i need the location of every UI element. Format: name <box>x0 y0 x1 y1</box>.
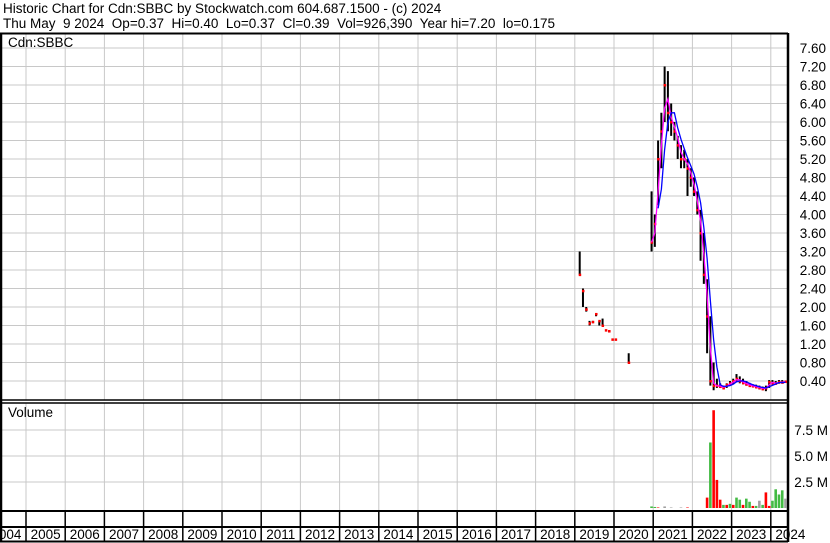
price-tick-label: 5.60 <box>800 134 826 149</box>
volume-bar <box>758 500 761 508</box>
volume-bar <box>728 503 732 508</box>
volume-bar <box>767 505 771 508</box>
close-marker <box>611 338 614 341</box>
close-marker <box>657 158 660 161</box>
x-tick-label: 2020 <box>619 527 649 542</box>
close-marker <box>712 384 716 388</box>
x-tick-label: 2018 <box>540 527 570 542</box>
x-tick-label: 2006 <box>70 527 100 542</box>
volume-bar <box>751 505 755 508</box>
price-tick-label: 5.20 <box>800 152 826 167</box>
x-tick-label: 2009 <box>187 527 217 542</box>
x-tick-label: 2013 <box>344 527 374 542</box>
price-tick-label: 6.00 <box>800 115 826 130</box>
close-marker <box>601 324 605 327</box>
price-tick-label: 3.60 <box>800 226 826 241</box>
price-tick-label: 6.40 <box>800 97 826 112</box>
volume-bar <box>735 497 738 508</box>
x-tick-label: 2008 <box>148 527 178 542</box>
volume-bar <box>725 504 728 508</box>
volume-tick-label: 2.5 M <box>794 475 828 490</box>
price-tick-label: 0.40 <box>800 374 826 389</box>
symbol-label: Cdn:SBBC <box>8 35 74 50</box>
close-marker <box>608 330 611 333</box>
volume-tick-label: 5.0 M <box>794 449 828 464</box>
price-tick-label: 4.80 <box>800 171 826 186</box>
volume-bar <box>679 507 683 508</box>
volume-panel-label: Volume <box>8 405 53 420</box>
price-tick-label: 4.00 <box>800 208 826 223</box>
close-marker <box>679 158 683 161</box>
volume-bar <box>780 490 784 508</box>
volume-bar <box>745 498 748 508</box>
x-tick-label: 2023 <box>736 527 766 542</box>
volume-bar <box>764 492 768 508</box>
volume-tick-label: 7.5 M <box>794 423 828 438</box>
volume-bar <box>771 500 774 508</box>
close-marker <box>581 289 585 293</box>
volume-bar <box>731 504 735 508</box>
x-tick-label: 2019 <box>579 527 609 542</box>
close-marker <box>578 273 582 277</box>
x-tick-label: 2004 <box>0 527 22 542</box>
volume-bar <box>712 410 715 508</box>
close-marker <box>709 380 712 383</box>
volume-bar <box>748 501 751 508</box>
x-tick-label: 2017 <box>501 527 531 542</box>
volume-bar <box>761 504 764 508</box>
x-tick-label: 2011 <box>266 527 295 542</box>
price-tick-label: 2.00 <box>800 300 826 315</box>
volume-bar <box>715 479 719 508</box>
x-tick-label: 2007 <box>109 527 139 542</box>
close-marker <box>595 312 598 316</box>
close-marker <box>768 380 771 384</box>
stock-chart: 2004 2005 2006 2007 2008 2009 2010 2011 2012 2013… <box>0 32 828 543</box>
volume-bar <box>718 499 722 508</box>
volume-bar <box>784 498 787 508</box>
x-tick-label: 2016 <box>462 527 492 542</box>
price-tick-label: 2.80 <box>800 263 826 278</box>
price-tick-label: 6.80 <box>800 78 826 93</box>
x-tick-label: 2022 <box>697 527 727 542</box>
volume-bar <box>754 505 758 508</box>
close-marker <box>591 320 595 324</box>
close-marker <box>588 322 591 325</box>
volume-bar <box>741 504 745 508</box>
close-marker <box>663 84 667 87</box>
x-tick-label: 2024 <box>775 527 806 542</box>
price-tick-label: 4.40 <box>800 189 826 204</box>
price-tick-label: 1.20 <box>800 337 826 352</box>
close-marker <box>666 111 670 115</box>
x-tick-label: 2014 <box>383 527 414 542</box>
x-tick-label: 2005 <box>31 527 61 542</box>
volume-bar <box>777 494 781 508</box>
volume-bar <box>653 506 657 508</box>
price-tick-label: 3.20 <box>800 245 826 260</box>
volume-bar <box>722 504 725 508</box>
close-marker <box>598 319 601 323</box>
volume-bar <box>669 507 673 508</box>
volume-bar <box>738 499 742 508</box>
close-marker <box>585 308 588 311</box>
price-tick-label: 1.60 <box>800 319 826 334</box>
volume-bar <box>656 507 660 508</box>
close-marker <box>614 338 618 341</box>
volume-bar <box>686 507 689 508</box>
price-tick-label: 7.20 <box>800 60 826 75</box>
x-tick-label: 2012 <box>305 527 335 542</box>
price-tick-label: 2.40 <box>800 282 826 297</box>
volume-bar <box>705 497 709 508</box>
ma-short-line <box>650 96 786 390</box>
volume-bar <box>774 489 777 508</box>
x-tick-label: 2015 <box>423 527 453 542</box>
volume-bar <box>663 506 666 508</box>
close-marker <box>627 361 631 364</box>
volume-bar <box>650 506 653 508</box>
volume-bar <box>709 442 712 508</box>
close-marker <box>604 329 608 332</box>
price-tick-label: 0.80 <box>800 356 826 371</box>
x-tick-label: 2021 <box>658 527 688 542</box>
x-tick-label: 2010 <box>227 527 257 542</box>
price-tick-label: 7.60 <box>800 41 826 56</box>
